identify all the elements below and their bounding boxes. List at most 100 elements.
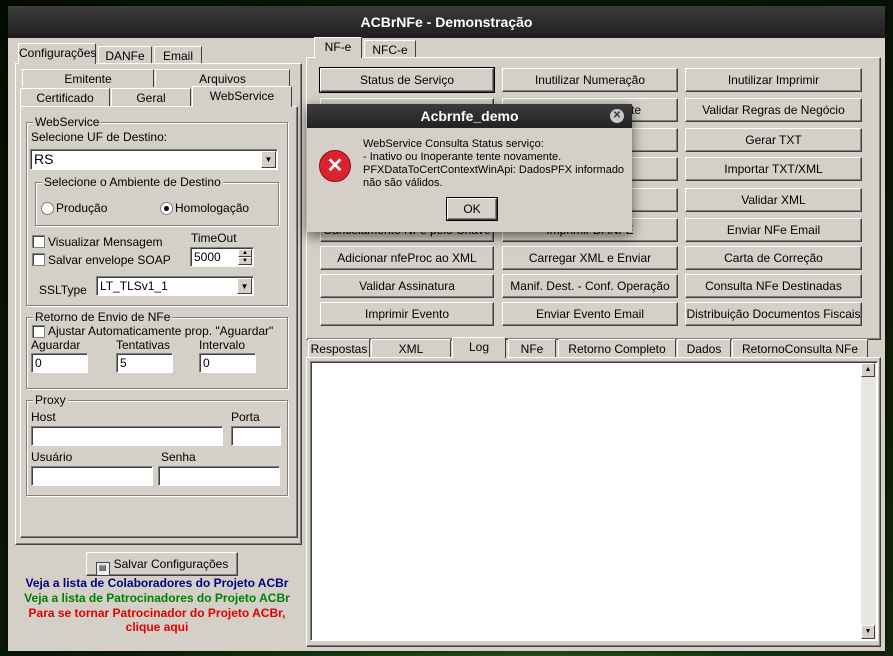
- tab-email[interactable]: Email: [154, 46, 202, 64]
- validar-xml-button[interactable]: Validar XML: [685, 188, 862, 212]
- producao-label: Produção: [56, 201, 108, 215]
- intervalo-input[interactable]: 0: [199, 353, 256, 373]
- chevron-down-icon[interactable]: ▼: [237, 278, 252, 294]
- main-window: ACBrNFe - Demonstração Configurações DAN…: [8, 6, 885, 651]
- window-title: ACBrNFe - Demonstração: [8, 6, 885, 38]
- consulta-destinadas-button[interactable]: Consulta NFe Destinadas: [685, 274, 862, 298]
- tab-nfe-bottom[interactable]: NFe: [508, 339, 556, 357]
- usuario-input[interactable]: [31, 466, 153, 486]
- spin-down-icon[interactable]: ▼: [238, 257, 252, 265]
- host-label: Host: [31, 410, 56, 424]
- producao-radio[interactable]: [41, 202, 54, 215]
- tab-retorno-completo[interactable]: Retorno Completo WS: [558, 339, 676, 374]
- usuario-label: Usuário: [31, 450, 73, 464]
- aguardar-label: Aguardar: [31, 338, 81, 352]
- salvar-envelope-label: Salvar envelope SOAP: [48, 253, 171, 267]
- status-servico-button[interactable]: Status de Serviço: [319, 67, 495, 93]
- dialog-line3: PFXDataToCertContextWinApi: DadosPFX inf…: [363, 164, 625, 176]
- validar-assinatura-button[interactable]: Validar Assinatura: [320, 274, 494, 298]
- tab-configuracoes[interactable]: Configurações: [18, 43, 96, 64]
- ssltype-label: SSLType: [39, 283, 87, 297]
- porta-label: Porta: [231, 410, 260, 424]
- tornar-patrocinador-link-line2[interactable]: clique aqui: [12, 620, 302, 634]
- enviar-nfe-email-button[interactable]: Enviar NFe Email: [685, 218, 862, 242]
- visualizar-checkbox[interactable]: [32, 235, 45, 248]
- retorno-group-title: Retorno de Envio de NFe: [33, 310, 173, 324]
- save-icon: ▤: [95, 562, 110, 575]
- close-icon[interactable]: ✕: [610, 109, 624, 123]
- senha-input[interactable]: [158, 466, 280, 486]
- webservice-group-title: WebService: [33, 115, 102, 129]
- visualizar-label: Visualizar Mensagem: [48, 235, 163, 249]
- dialog-title-bar: Acbrnfe_demo ✕: [307, 104, 632, 128]
- validar-regras-button[interactable]: Validar Regras de Negócio: [685, 98, 862, 122]
- inutilizar-imprimir-button[interactable]: Inutilizar Imprimir: [685, 68, 862, 92]
- dialog-line2: - Inativo ou Inoperante tente novamente.: [363, 151, 562, 163]
- salvar-config-button[interactable]: ▤ Salvar Configurações: [86, 552, 238, 576]
- chevron-down-icon[interactable]: ▼: [261, 151, 276, 168]
- dialog-message: WebService Consulta Status serviço: - In…: [363, 138, 628, 190]
- timeout-input[interactable]: 5000 ▲ ▼: [190, 247, 254, 267]
- tornar-patrocinador-link-line1[interactable]: Para se tornar Patrocinador do Projeto A…: [12, 606, 302, 620]
- scroll-up-icon[interactable]: ▲: [861, 363, 875, 377]
- tab-log[interactable]: Log: [452, 337, 506, 358]
- tab-certificado[interactable]: Certificado: [20, 88, 110, 106]
- tab-webservice[interactable]: WebService: [192, 86, 292, 107]
- ajustar-label: Ajustar Automaticamente prop. "Aguardar": [48, 324, 274, 338]
- gerar-txt-button[interactable]: Gerar TXT: [685, 128, 862, 152]
- inutilizar-numeracao-button[interactable]: Inutilizar Numeração: [502, 68, 678, 92]
- log-scrollbar[interactable]: ▲ ▼: [861, 363, 876, 639]
- error-dialog: Acbrnfe_demo ✕ ✕ WebService Consulta Sta…: [307, 104, 632, 232]
- aguardar-input[interactable]: 0: [31, 353, 88, 373]
- salvar-config-label: Salvar Configurações: [113, 557, 229, 571]
- carta-correcao-button[interactable]: Carta de Correção: [685, 246, 862, 270]
- tab-retorno-consulta[interactable]: RetornoConsulta NFe 2.01: [732, 339, 868, 374]
- tab-nfe[interactable]: NF-e: [314, 37, 362, 58]
- salvar-envelope-checkbox[interactable]: [32, 253, 45, 266]
- timeout-spinner[interactable]: ▲ ▼: [238, 249, 252, 265]
- spin-up-icon[interactable]: ▲: [238, 249, 252, 257]
- scroll-down-icon[interactable]: ▼: [861, 625, 875, 639]
- adicionar-nfeproc-button[interactable]: Adicionar nfeProc ao XML: [320, 246, 494, 270]
- importar-txt-button[interactable]: Importar TXT/XML: [685, 157, 862, 181]
- timeout-label: TimeOut: [191, 231, 237, 245]
- intervalo-label: Intervalo: [199, 338, 246, 352]
- host-input[interactable]: [31, 426, 223, 446]
- proxy-group-title: Proxy: [33, 393, 68, 407]
- tentativas-input[interactable]: 5: [116, 353, 173, 373]
- ok-button[interactable]: OK: [446, 197, 498, 221]
- porta-input[interactable]: [231, 426, 281, 446]
- distribuicao-button[interactable]: Distribuição Documentos Fiscais: [685, 302, 862, 326]
- patrocinadores-link[interactable]: Veja a lista de Patrocinadores do Projet…: [12, 591, 302, 605]
- error-icon: ✕: [319, 150, 351, 182]
- homologacao-label: Homologação: [175, 201, 250, 215]
- senha-label: Senha: [161, 450, 196, 464]
- log-memo[interactable]: ▲ ▼: [310, 361, 878, 641]
- tentativas-label: Tentativas: [116, 338, 171, 352]
- tab-danfe[interactable]: DANFe: [98, 46, 152, 64]
- tab-geral[interactable]: Geral: [111, 88, 191, 106]
- dialog-line4: não são válidos.: [363, 177, 443, 189]
- uf-select[interactable]: RS ▼: [30, 149, 278, 170]
- dialog-line1: WebService Consulta Status serviço:: [363, 138, 544, 150]
- timeout-value: 5000: [194, 250, 221, 264]
- imprimir-evento-button[interactable]: Imprimir Evento: [320, 302, 494, 326]
- enviar-evento-email-button[interactable]: Enviar Evento Email: [502, 302, 678, 326]
- ajustar-checkbox[interactable]: [32, 325, 45, 338]
- manif-dest-button[interactable]: Manif. Dest. - Conf. Operação: [502, 274, 678, 298]
- tab-nfce[interactable]: NFC-e: [364, 40, 416, 58]
- ssltype-select[interactable]: LT_TLSv1_1 ▼: [96, 276, 254, 296]
- colaboradores-link[interactable]: Veja a lista de Colaboradores do Projeto…: [12, 576, 302, 590]
- ambiente-group-title: Selecione o Ambiente de Destino: [42, 175, 223, 189]
- tab-emitente[interactable]: Emitente: [22, 69, 154, 87]
- uf-label: Selecione UF de Destino:: [31, 130, 168, 144]
- dialog-title: Acbrnfe_demo: [420, 108, 519, 124]
- tab-respostas[interactable]: Respostas: [308, 339, 370, 357]
- tab-dados[interactable]: Dados: [677, 339, 731, 357]
- homologacao-radio[interactable]: [160, 202, 173, 215]
- tab-xml-resposta[interactable]: XML Resposta: [371, 339, 451, 374]
- tab-arquivos[interactable]: Arquivos: [155, 69, 290, 87]
- carregar-xml-enviar-button[interactable]: Carregar XML e Enviar: [502, 246, 678, 270]
- uf-select-value: RS: [34, 151, 54, 167]
- ssltype-value: LT_TLSv1_1: [100, 279, 168, 293]
